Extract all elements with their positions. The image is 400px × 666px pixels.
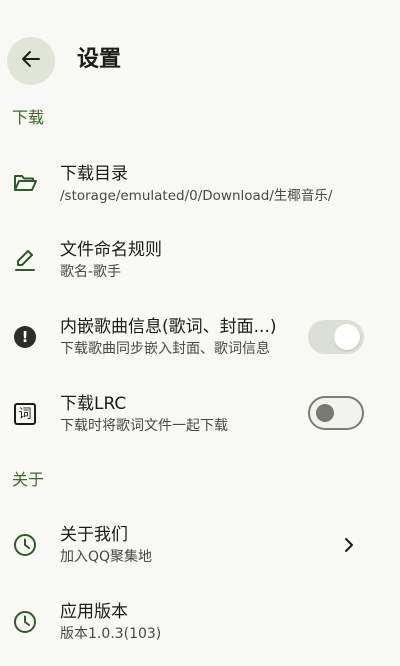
- section-header-about: 关于: [12, 470, 45, 489]
- setting-title: 内嵌歌曲信息(歌词、封面...): [60, 317, 277, 337]
- page-title: 设置: [77, 47, 122, 72]
- back-button[interactable]: [7, 37, 55, 85]
- pencil-icon: [11, 246, 39, 274]
- toggle-knob: [316, 404, 334, 422]
- app-bar: 设置: [0, 0, 400, 118]
- setting-title: 文件命名规则: [60, 240, 162, 260]
- setting-subtitle: 下载歌曲同步嵌入封面、歌词信息: [60, 341, 270, 357]
- clock-icon: [11, 608, 39, 636]
- setting-subtitle: 下载时将歌词文件一起下载: [60, 418, 228, 434]
- download-lrc-toggle[interactable]: [308, 396, 364, 430]
- embed-info-toggle[interactable]: [308, 320, 364, 354]
- setting-subtitle: 歌名-歌手: [60, 264, 122, 280]
- setting-subtitle: /storage/emulated/0/Download/生椰音乐/: [60, 188, 333, 204]
- section-header-download: 下载: [12, 108, 45, 127]
- setting-download-directory[interactable]: 下载目录 /storage/emulated/0/Download/生椰音乐/: [0, 150, 400, 216]
- lyrics-icon: 词: [11, 400, 39, 428]
- setting-title: 应用版本: [60, 602, 128, 622]
- setting-about-us[interactable]: 关于我们 加入QQ聚集地: [0, 512, 400, 578]
- toggle-knob: [334, 324, 360, 350]
- setting-title: 下载LRC: [60, 394, 127, 414]
- chevron-right-icon: [340, 536, 358, 554]
- setting-file-naming[interactable]: 文件命名规则 歌名-歌手: [0, 227, 400, 293]
- arrow-left-icon: [19, 47, 43, 75]
- setting-subtitle: 加入QQ聚集地: [60, 549, 153, 565]
- clock-icon: [11, 531, 39, 559]
- info-icon: !: [11, 323, 39, 351]
- setting-app-version[interactable]: 应用版本 版本1.0.3(103): [0, 589, 400, 655]
- folder-open-icon: [11, 169, 39, 197]
- setting-download-lrc[interactable]: 词 下载LRC 下载时将歌词文件一起下载: [0, 381, 400, 447]
- setting-title: 下载目录: [60, 164, 128, 184]
- setting-subtitle: 版本1.0.3(103): [60, 626, 162, 642]
- setting-embed-info[interactable]: ! 内嵌歌曲信息(歌词、封面...) 下载歌曲同步嵌入封面、歌词信息: [0, 304, 400, 370]
- setting-title: 关于我们: [60, 525, 128, 545]
